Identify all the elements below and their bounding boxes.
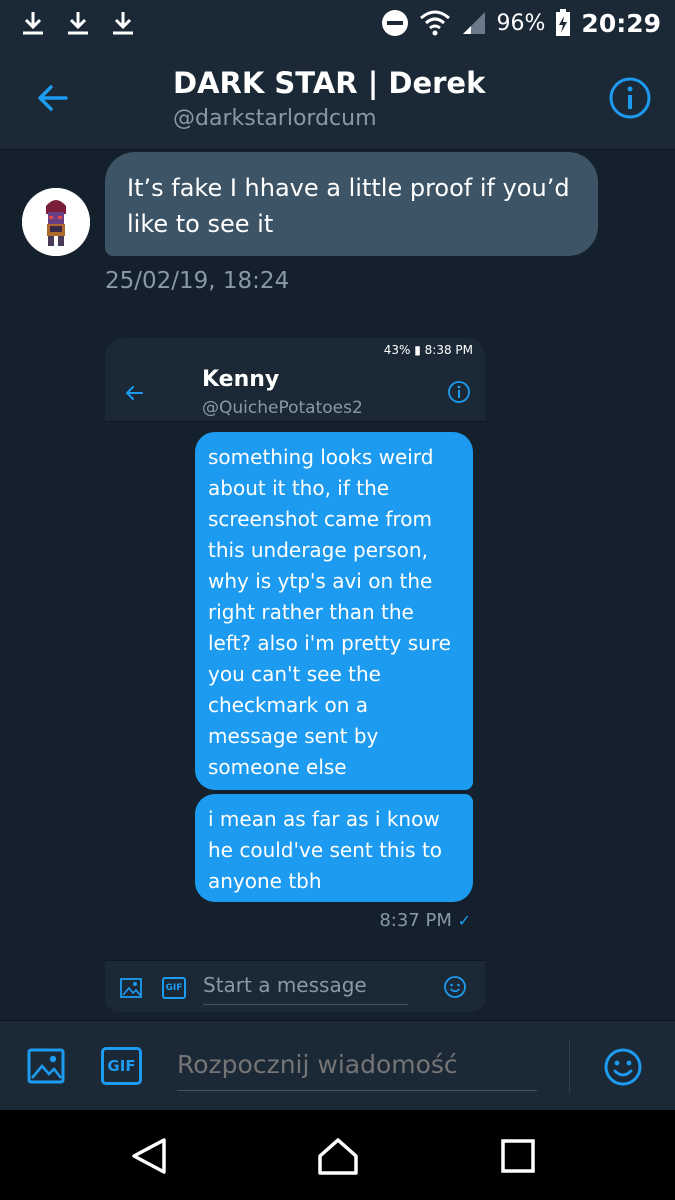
embedded-status-text: 43% ▮ 8:38 PM — [383, 343, 473, 357]
image-icon — [120, 978, 142, 998]
conversation-title: DARK STAR | Derek — [173, 66, 486, 100]
embedded-title: Kenny — [202, 367, 280, 392]
embedded-outgoing-message: something looks weird about it tho, if t… — [195, 432, 473, 790]
gif-button[interactable]: GIF — [101, 1047, 142, 1085]
message-input[interactable] — [177, 1039, 537, 1091]
embedded-compose-placeholder: Start a message — [203, 971, 408, 1005]
nav-recent-apps-icon[interactable] — [500, 1138, 536, 1174]
embedded-handle: @QuichePotatoes2 — [202, 398, 363, 418]
compose-bar: GIF — [0, 1020, 675, 1110]
emoji-icon — [444, 976, 466, 998]
status-time: 20:29 — [581, 8, 661, 38]
embedded-conversation: something looks weird about it tho, if t… — [105, 422, 485, 960]
signal-icon — [462, 12, 485, 34]
message-timestamp: 25/02/19, 18:24 — [105, 268, 290, 294]
embedded-status-bar: 43% ▮ 8:38 PM — [105, 338, 485, 364]
download-icon — [113, 12, 133, 35]
navigation-bar — [0, 1110, 675, 1200]
emoji-icon[interactable] — [603, 1047, 643, 1087]
incoming-message-bubble[interactable]: It’s fake I hhave a little proof if you’… — [105, 152, 598, 256]
image-icon[interactable] — [26, 1046, 66, 1086]
embedded-header: Kenny @QuichePotatoes2 — [105, 364, 485, 422]
embedded-sent-time-text: 8:37 PM — [379, 910, 452, 931]
gif-icon: GIF — [162, 977, 186, 999]
download-icon — [68, 12, 88, 35]
conversation-header: DARK STAR | Derek @darkstarlordcum — [0, 46, 675, 150]
do-not-disturb-icon — [381, 10, 408, 36]
conversation-handle: @darkstarlordcum — [173, 106, 377, 131]
embedded-sent-time: 8:37 PM ✓ — [379, 910, 471, 931]
info-icon[interactable] — [608, 76, 652, 120]
nav-back-icon[interactable] — [128, 1136, 172, 1176]
avatar[interactable] — [22, 188, 90, 256]
embedded-outgoing-message: i mean as far as i know he could've sent… — [195, 794, 473, 902]
status-bar: 96% 20:29 — [0, 0, 675, 46]
avatar-image — [22, 188, 90, 256]
checkmark-icon: ✓ — [457, 911, 471, 930]
wifi-icon — [419, 10, 450, 36]
back-arrow-icon — [126, 386, 143, 400]
embedded-compose-bar: GIF Start a message — [105, 960, 485, 1012]
download-icon — [23, 12, 43, 35]
info-icon — [448, 381, 470, 403]
shared-screenshot-image[interactable]: 43% ▮ 8:38 PM Kenny @QuichePotatoes2 som… — [105, 338, 485, 1012]
compose-divider — [569, 1041, 570, 1093]
nav-home-icon[interactable] — [316, 1136, 360, 1176]
battery-charging-icon — [556, 9, 571, 36]
back-arrow-icon[interactable] — [32, 78, 72, 118]
battery-percent: 96% — [496, 10, 546, 36]
